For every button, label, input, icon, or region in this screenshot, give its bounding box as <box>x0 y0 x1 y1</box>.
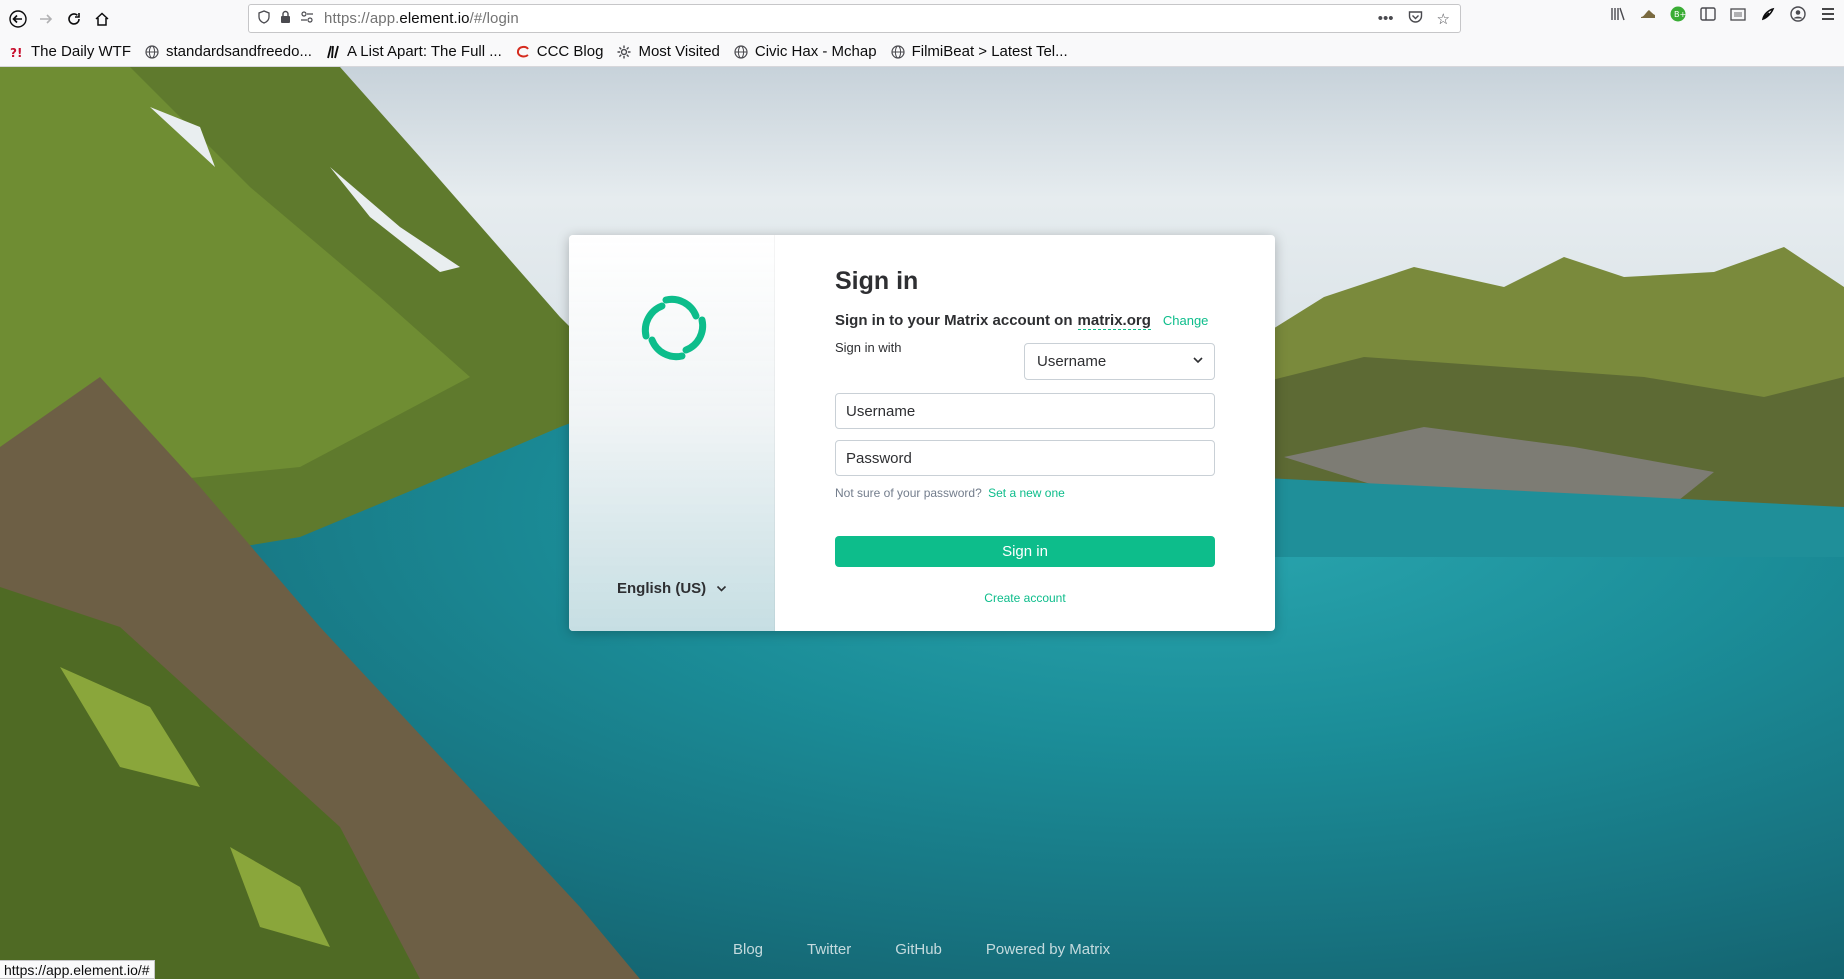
bookmark-item[interactable]: Civic Hax - Mchap <box>733 43 877 60</box>
password-placeholder: Password <box>846 449 912 467</box>
bookmark-item[interactable]: standardsandfreedo... <box>144 43 312 60</box>
reset-password-link[interactable]: Set a new one <box>988 486 1065 500</box>
extension-feather-icon[interactable] <box>1760 6 1776 26</box>
screenshot-icon[interactable] <box>1730 7 1746 25</box>
lock-icon[interactable] <box>279 10 292 28</box>
language-selector[interactable]: English (US) <box>617 580 727 597</box>
footer-links: Blog Twitter GitHub Powered by Matrix <box>733 941 1110 958</box>
bookmark-label: FilmiBeat > Latest Tel... <box>911 43 1068 60</box>
password-field[interactable]: Password <box>835 440 1215 476</box>
bookmark-label: Most Visited <box>638 43 720 60</box>
create-account-link[interactable]: Create account <box>835 591 1215 605</box>
bookmark-label: A List Apart: The Full ... <box>346 43 502 60</box>
back-icon[interactable] <box>4 5 32 33</box>
server-name: matrix.org <box>1077 312 1151 330</box>
browser-toolbar: https://app.element.io/#/login ••• ☆ B+ <box>0 0 1844 37</box>
auth-card: English (US) Sign in Sign in to your Mat… <box>569 235 1275 631</box>
footer-link-github[interactable]: GitHub <box>895 941 942 958</box>
extension-green-icon[interactable]: B+ <box>1670 6 1686 26</box>
create-account-label: Create account <box>984 591 1066 605</box>
page-actions-icon[interactable]: ••• <box>1378 10 1394 27</box>
footer-link-powered-by[interactable]: Powered by Matrix <box>986 941 1110 958</box>
status-url-tooltip: https://app.element.io/# <box>0 960 155 979</box>
extension-shoe-icon[interactable] <box>1640 7 1656 25</box>
chevron-down-icon <box>1192 353 1204 367</box>
svg-text:?!: ?! <box>10 46 22 59</box>
globe-icon <box>890 44 906 60</box>
bookmark-item[interactable]: A List Apart: The Full ... <box>325 43 502 60</box>
server-line: Sign in to your Matrix account on matrix… <box>835 312 1275 330</box>
footer-link-blog[interactable]: Blog <box>733 941 763 958</box>
reload-icon[interactable] <box>60 5 88 33</box>
page-background: English (US) Sign in Sign in to your Mat… <box>0 67 1844 979</box>
change-server-link[interactable]: Change <box>1163 313 1209 328</box>
server-line-label: Sign in to your Matrix account on <box>835 312 1073 329</box>
username-field[interactable]: Username <box>835 393 1215 429</box>
sidebar-icon[interactable] <box>1700 7 1716 25</box>
globe-icon <box>144 44 160 60</box>
menu-icon[interactable] <box>1820 7 1836 25</box>
bookmark-item[interactable]: Most Visited <box>616 43 720 60</box>
forward-icon[interactable] <box>32 5 60 33</box>
gear-icon <box>616 44 632 60</box>
forgot-password-line: Not sure of your password? Set a new one <box>835 486 1065 500</box>
url-bar[interactable]: https://app.element.io/#/login ••• ☆ <box>248 4 1461 33</box>
library-icon[interactable] <box>1610 6 1626 26</box>
bookmark-label: CCC Blog <box>536 43 604 60</box>
language-label: English (US) <box>617 580 707 597</box>
url-text: https://app.element.io/#/login <box>324 10 519 27</box>
bookmark-star-icon[interactable]: ☆ <box>1437 10 1450 28</box>
permissions-icon[interactable] <box>300 10 314 28</box>
element-logo <box>641 295 707 361</box>
bookmark-label: Civic Hax - Mchap <box>754 43 877 60</box>
auth-side-panel: English (US) <box>569 235 775 631</box>
chevron-down-icon <box>716 580 727 597</box>
globe-icon <box>733 44 749 60</box>
forgot-password-text: Not sure of your password? <box>835 486 982 500</box>
footer-link-twitter[interactable]: Twitter <box>807 941 851 958</box>
bookmarks-bar: ?! The Daily WTF standardsandfreedo... A Li… <box>0 37 1844 67</box>
account-icon[interactable] <box>1790 6 1806 26</box>
username-placeholder: Username <box>846 402 916 420</box>
bookmark-label: The Daily WTF <box>31 43 132 60</box>
bookmark-label: standardsandfreedo... <box>166 43 312 60</box>
auth-form-panel: Sign in Sign in to your Matrix account o… <box>775 235 1275 631</box>
sign-in-with-label: Sign in with <box>835 340 902 355</box>
bookmark-item[interactable]: ?! The Daily WTF <box>9 43 131 60</box>
sign-in-button[interactable]: Sign in <box>835 536 1215 567</box>
home-icon[interactable] <box>88 5 116 33</box>
ccc-icon <box>515 44 531 60</box>
alistapart-icon <box>325 44 341 60</box>
wtf-icon: ?! <box>9 44 25 60</box>
left-mountain-image <box>0 67 640 979</box>
pocket-icon[interactable] <box>1408 10 1423 28</box>
bookmark-item[interactable]: FilmiBeat > Latest Tel... <box>890 43 1068 60</box>
right-mountain-image <box>1244 247 1844 557</box>
login-type-select[interactable]: Username <box>1024 343 1215 380</box>
svg-text:B+: B+ <box>1674 10 1686 19</box>
login-type-value: Username <box>1037 353 1107 370</box>
bookmark-item[interactable]: CCC Blog <box>515 43 604 60</box>
tracking-shield-icon[interactable] <box>257 9 271 28</box>
page-title: Sign in <box>835 267 919 295</box>
